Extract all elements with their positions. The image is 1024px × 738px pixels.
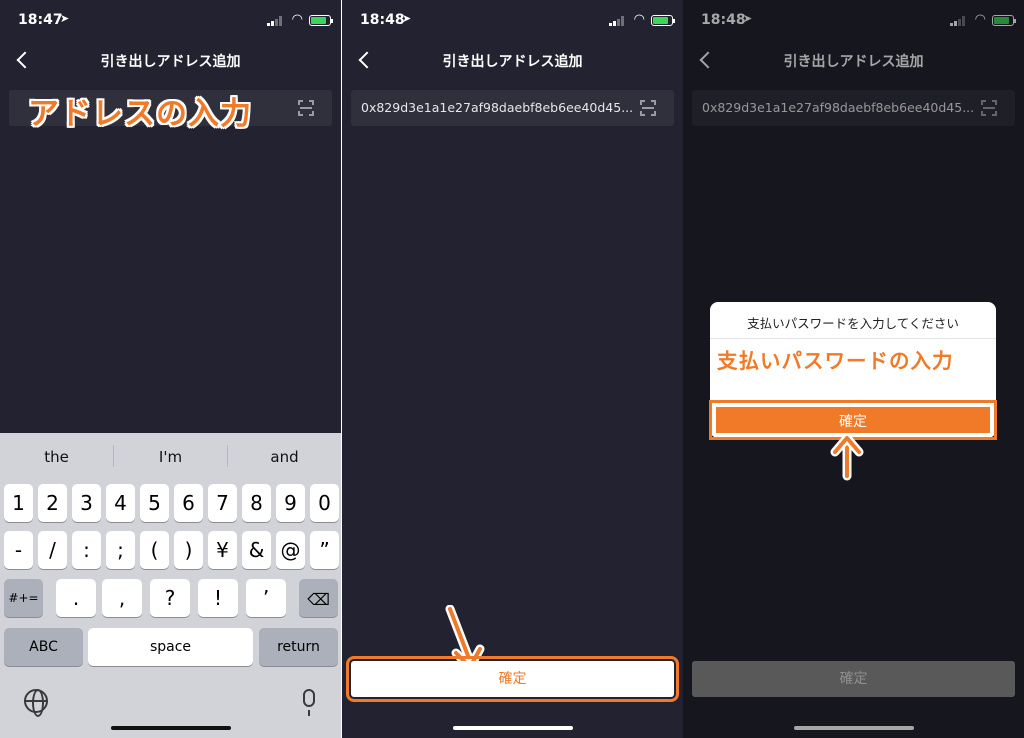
scan-icon[interactable] [298, 100, 314, 116]
battery-icon [309, 15, 333, 26]
location-icon: ➤ [60, 12, 70, 25]
dialog-message: 支払いパスワードを入力してください [747, 316, 959, 331]
screen-address-filled: 18:48 ➤ ◠ 引き出しアドレス追加 0x829d3e1a1e27af98d… [342, 0, 683, 738]
wifi-icon: ◠ [633, 12, 645, 27]
key[interactable]: : [72, 531, 101, 569]
suggestion-item[interactable]: I'm [114, 448, 227, 466]
status-time: 18:48 [360, 12, 405, 28]
key[interactable]: 7 [208, 484, 237, 522]
key[interactable]: ¥ [208, 531, 237, 569]
suggestion-item[interactable]: the [0, 448, 113, 466]
nav-bar: 引き出しアドレス追加 [0, 42, 341, 80]
divider [710, 338, 996, 339]
microphone-icon[interactable] [303, 689, 315, 716]
key[interactable]: ? [150, 579, 190, 617]
scan-icon[interactable] [640, 100, 656, 116]
signal-icon [267, 16, 283, 26]
key[interactable]: & [242, 531, 271, 569]
key[interactable]: 6 [174, 484, 203, 522]
key[interactable]: 1 [4, 484, 33, 522]
suggestion-item[interactable]: and [228, 448, 341, 466]
home-indicator [452, 726, 573, 730]
key[interactable]: 0 [310, 484, 339, 522]
dialog-confirm-button[interactable]: 確定 [709, 400, 997, 440]
delete-key[interactable]: ⌫ [299, 579, 338, 617]
signal-icon [609, 16, 625, 26]
status-bar: 18:47 ➤ ◠ [0, 0, 341, 42]
key[interactable]: - [4, 531, 33, 569]
nav-bar: 引き出しアドレス追加 [342, 42, 683, 80]
key[interactable]: ! [198, 579, 238, 617]
key[interactable]: 4 [106, 484, 135, 522]
address-input[interactable]: 0x829d3e1a1e27af98daebf8eb6ee40d45... [351, 90, 674, 126]
key[interactable]: 8 [242, 484, 271, 522]
key[interactable]: ; [106, 531, 135, 569]
key[interactable]: , [102, 579, 142, 617]
password-dialog: 支払いパスワードを入力してください 支払いパスワードの入力 確定 [709, 302, 997, 440]
key[interactable]: 5 [140, 484, 169, 522]
key[interactable]: . [56, 579, 96, 617]
screen-address-entry: 18:47 ➤ ◠ 引き出しアドレス追加 アドレスの入力 the I'm and… [0, 0, 341, 738]
key[interactable]: ( [140, 531, 169, 569]
key[interactable]: 9 [276, 484, 305, 522]
return-key[interactable]: return [259, 628, 338, 666]
annotation-password: 支払いパスワードの入力 [717, 349, 954, 373]
location-icon: ➤ [402, 12, 412, 25]
key[interactable]: ’ [246, 579, 286, 617]
symbols-key[interactable]: #+= [4, 579, 43, 617]
address-value: 0x829d3e1a1e27af98daebf8eb6ee40d45... [361, 100, 634, 115]
suggestion-bar: the I'm and [0, 433, 341, 479]
key[interactable]: @ [276, 531, 305, 569]
key[interactable]: 3 [72, 484, 101, 522]
page-title: 引き出しアドレス追加 [100, 54, 241, 70]
screen-password-dialog: 18:48 ➤ ◠ 引き出しアドレス追加 0x829d3e1a1e27af98d… [683, 0, 1024, 738]
key[interactable]: ” [310, 531, 339, 569]
key[interactable]: 2 [38, 484, 67, 522]
confirm-button[interactable]: 確定 [346, 656, 679, 702]
status-bar: 18:48 ➤ ◠ [342, 0, 683, 42]
wifi-icon: ◠ [291, 12, 303, 27]
space-key[interactable]: space [88, 628, 253, 666]
keyboard: the I'm and 1 2 3 4 5 6 7 8 9 0 - / : ; … [0, 433, 341, 738]
abc-key[interactable]: ABC [4, 628, 83, 666]
backspace-icon: ⌫ [307, 590, 330, 609]
annotation-address: アドレスの入力 [28, 96, 252, 132]
arrow-pointer-icon [830, 433, 864, 481]
page-title: 引き出しアドレス追加 [442, 54, 583, 70]
key[interactable]: ) [174, 531, 203, 569]
key[interactable]: / [38, 531, 67, 569]
home-indicator [110, 726, 231, 730]
status-time: 18:47 [18, 12, 63, 28]
globe-icon[interactable] [24, 689, 48, 717]
battery-icon [651, 15, 675, 26]
